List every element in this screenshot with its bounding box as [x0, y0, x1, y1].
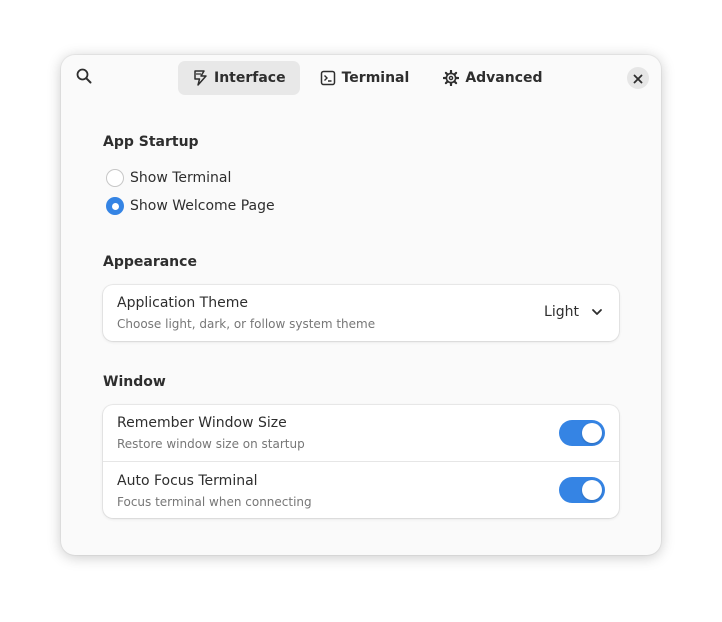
chevron-down-icon [591, 306, 603, 318]
tab-terminal-label: Terminal [341, 70, 410, 86]
appearance-card: Application Theme Choose light, dark, or… [103, 285, 619, 341]
row-title: Remember Window Size [117, 415, 287, 431]
application-theme-row[interactable]: Application Theme Choose light, dark, or… [103, 285, 619, 341]
row-subtitle: Restore window size on startup [117, 437, 305, 451]
close-button[interactable] [627, 67, 649, 89]
section-title-app-startup: App Startup [103, 134, 199, 150]
row-subtitle: Focus terminal when connecting [117, 495, 312, 509]
brush-icon [192, 70, 208, 86]
radio-label: Show Terminal [130, 170, 232, 186]
section-title-window: Window [103, 374, 166, 390]
radio-show-terminal[interactable]: Show Terminal [106, 169, 231, 187]
remember-window-size-row: Remember Window Size Restore window size… [103, 405, 619, 461]
remember-window-size-toggle[interactable] [559, 420, 605, 446]
theme-dropdown[interactable]: Light [544, 304, 603, 320]
tab-interface-label: Interface [214, 70, 286, 86]
preferences-window: Interface Terminal Advanced App Startup … [61, 55, 661, 555]
toggle-knob [582, 423, 602, 443]
tab-bar: Interface Terminal Advanced [178, 61, 563, 95]
row-subtitle: Choose light, dark, or follow system the… [117, 317, 376, 331]
terminal-icon [320, 70, 336, 86]
auto-focus-terminal-toggle[interactable] [559, 477, 605, 503]
theme-value: Light [544, 304, 579, 320]
search-icon [76, 68, 92, 88]
section-title-appearance: Appearance [103, 254, 197, 270]
row-title: Auto Focus Terminal [117, 473, 258, 489]
row-title: Application Theme [117, 295, 248, 311]
radio-button-selected[interactable] [106, 197, 124, 215]
radio-show-welcome-page[interactable]: Show Welcome Page [106, 197, 275, 215]
tab-advanced[interactable]: Advanced [429, 61, 556, 95]
toggle-knob [582, 480, 602, 500]
close-icon [633, 69, 643, 88]
tab-interface[interactable]: Interface [178, 61, 300, 95]
radio-button[interactable] [106, 169, 124, 187]
search-button[interactable] [73, 67, 95, 89]
auto-focus-terminal-row: Auto Focus Terminal Focus terminal when … [103, 461, 619, 518]
tab-terminal[interactable]: Terminal [306, 61, 424, 95]
tab-advanced-label: Advanced [465, 70, 543, 86]
radio-label: Show Welcome Page [130, 198, 275, 214]
gear-icon [443, 70, 460, 86]
window-card: Remember Window Size Restore window size… [103, 405, 619, 518]
